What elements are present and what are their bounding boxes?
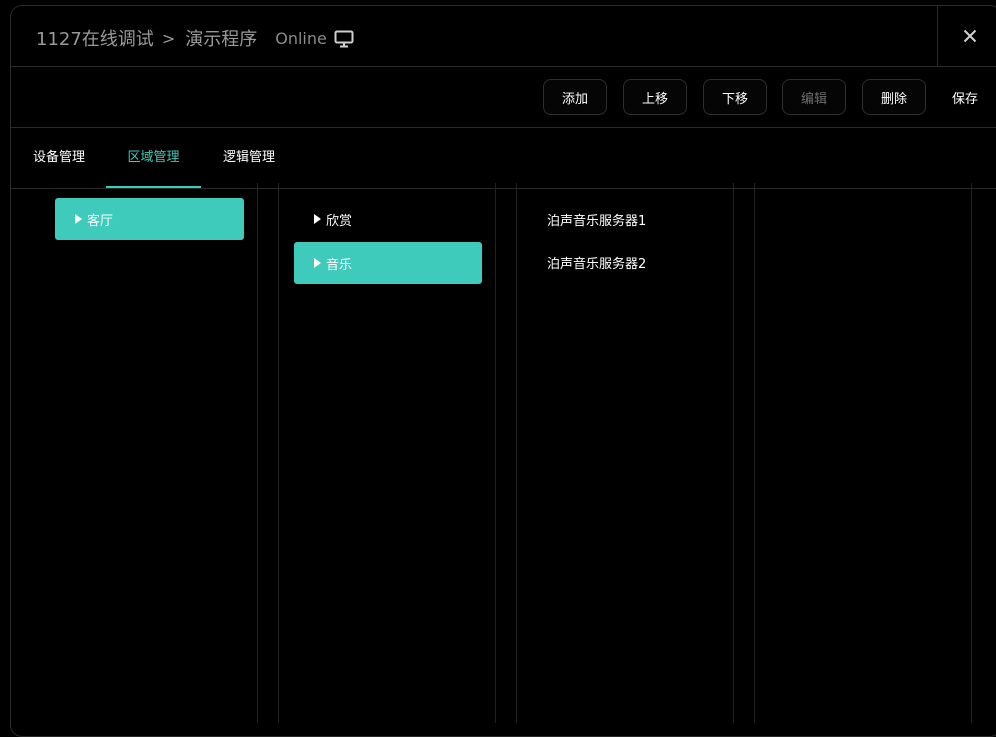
tab-logic-management[interactable]: 逻辑管理 bbox=[221, 128, 277, 188]
tab-device-management[interactable]: 设备管理 bbox=[31, 128, 87, 188]
caret-right-icon bbox=[75, 214, 82, 224]
subarea-item-label: 音乐 bbox=[326, 257, 353, 273]
tab-area-management[interactable]: 区域管理 bbox=[106, 128, 201, 188]
breadcrumb-program: 演示程序 bbox=[185, 29, 258, 50]
column-divider bbox=[495, 183, 496, 723]
save-button[interactable]: 保存 bbox=[945, 79, 985, 115]
edit-button[interactable]: 编辑 bbox=[782, 79, 846, 115]
tab-bar: 设备管理 区域管理 逻辑管理 bbox=[11, 128, 996, 189]
column-divider bbox=[733, 183, 734, 723]
add-button[interactable]: 添加 bbox=[543, 79, 607, 115]
subarea-item-appreciate[interactable]: 欣赏 bbox=[294, 198, 482, 240]
subarea-item-music[interactable]: 音乐 bbox=[294, 242, 482, 284]
subarea-item-label: 欣赏 bbox=[326, 213, 353, 229]
close-icon bbox=[963, 29, 976, 43]
delete-button[interactable]: 删除 bbox=[862, 79, 926, 115]
dialog-header: 1127在线调试 > 演示程序 Online bbox=[11, 6, 996, 67]
column-divider bbox=[278, 183, 279, 723]
column-divider bbox=[257, 183, 258, 723]
device-item-2[interactable]: 泊声音乐服务器2 bbox=[547, 253, 646, 272]
caret-right-icon bbox=[314, 258, 321, 268]
monitor-icon[interactable] bbox=[334, 30, 354, 48]
caret-right-icon bbox=[314, 214, 321, 224]
area-item-label: 客厅 bbox=[87, 213, 114, 229]
breadcrumb: 1127在线调试 > 演示程序 Online bbox=[36, 25, 327, 51]
column-divider bbox=[754, 183, 755, 723]
breadcrumb-project[interactable]: 1127在线调试 bbox=[36, 25, 154, 51]
chevron-right-icon: > bbox=[161, 28, 176, 48]
close-button[interactable] bbox=[937, 6, 996, 66]
move-up-button[interactable]: 上移 bbox=[623, 79, 687, 115]
column-divider bbox=[971, 183, 972, 723]
dialog-window: 1127在线调试 > 演示程序 Online 添加 上移 下移 编辑 删除 保存… bbox=[10, 5, 996, 737]
move-down-button[interactable]: 下移 bbox=[703, 79, 767, 115]
column-divider bbox=[516, 183, 517, 723]
area-item-living-room[interactable]: 客厅 bbox=[55, 198, 244, 240]
device-item-1[interactable]: 泊声音乐服务器1 bbox=[547, 210, 646, 229]
status-text: Online bbox=[275, 28, 327, 48]
toolbar: 添加 上移 下移 编辑 删除 保存 bbox=[11, 67, 996, 128]
